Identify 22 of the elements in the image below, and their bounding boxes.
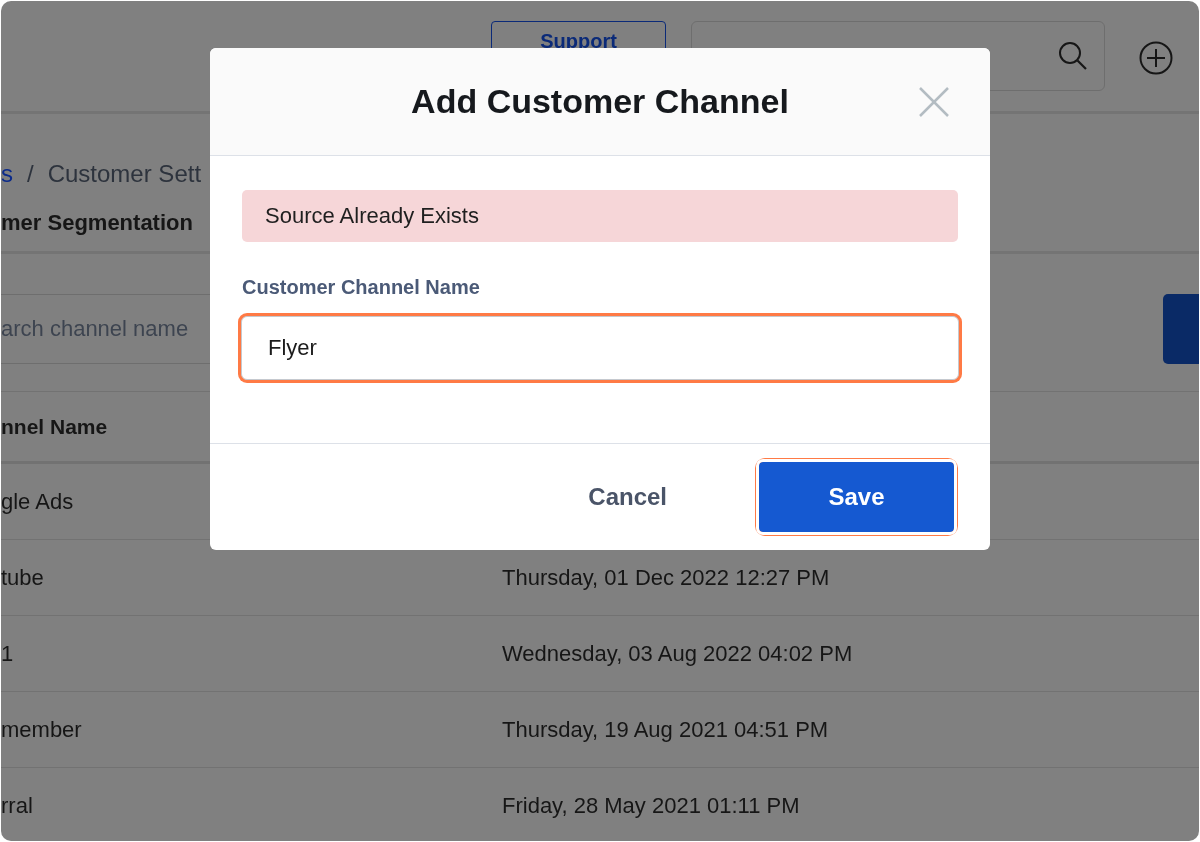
table-cell-text: tube bbox=[1, 564, 45, 591]
breadcrumb-current: Customer Sett bbox=[47, 160, 202, 188]
save-button[interactable]: Save bbox=[759, 462, 954, 532]
table-cell-text: rral bbox=[1, 792, 34, 819]
column-header: nnel Name bbox=[1, 414, 109, 439]
error-alert: Source Already Exists bbox=[242, 190, 958, 242]
table-cell-text: gle Ads bbox=[1, 488, 75, 515]
close-icon[interactable] bbox=[918, 86, 950, 118]
section-title: mer Segmentation bbox=[1, 210, 193, 237]
table-cell-text: 1 bbox=[1, 640, 15, 667]
breadcrumb-separator: / bbox=[27, 160, 34, 188]
table-cell-text: Thursday, 01 Dec 2022 12:27 PM bbox=[502, 564, 831, 591]
table-cell-text: member bbox=[1, 716, 83, 743]
dialog-title: Add Customer Channel bbox=[411, 82, 789, 121]
table-cell-text: Thursday, 19 Aug 2021 04:51 PM bbox=[502, 716, 830, 743]
channel-name-field[interactable]: Flyer bbox=[241, 316, 959, 380]
table-cell-text: Friday, 28 May 2021 01:11 PM bbox=[502, 792, 801, 819]
table-cell-text: Wednesday, 03 Aug 2022 04:02 PM bbox=[502, 640, 854, 667]
add-circle-icon[interactable] bbox=[1139, 41, 1173, 75]
cancel-button[interactable]: Cancel bbox=[584, 472, 671, 522]
add-button[interactable] bbox=[1163, 294, 1199, 364]
search-icon bbox=[1058, 41, 1088, 71]
